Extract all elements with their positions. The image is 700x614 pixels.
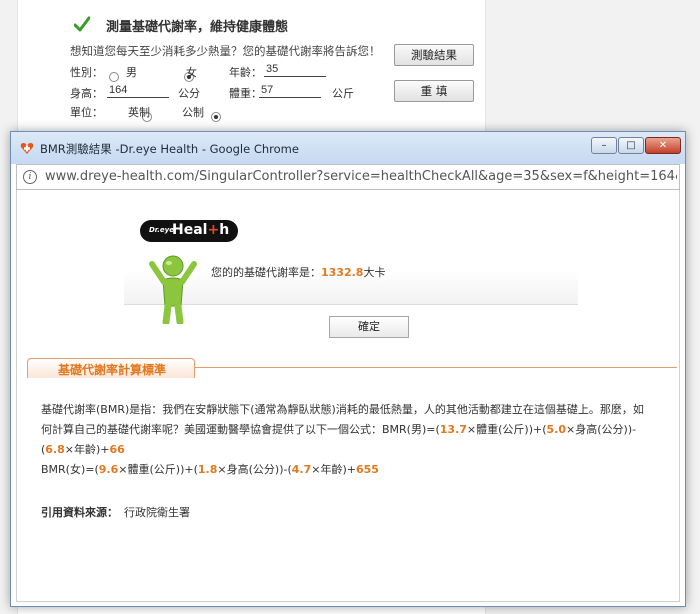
gender-female-label: 女	[186, 66, 197, 79]
female-formula-part: ×年齡)+	[311, 463, 356, 476]
female-height-coef: 1.8	[197, 463, 218, 476]
reset-button[interactable]: 重 填	[394, 80, 474, 102]
source-label: 引用資料來源：	[41, 506, 118, 519]
female-constant: 655	[355, 463, 379, 476]
gender-label: 性別：	[70, 66, 103, 79]
result-box: Dr.eye Heal+h 您的的基礎代謝率是：1332.8大卡	[124, 220, 578, 324]
age-input[interactable]	[264, 61, 326, 77]
radio-icon[interactable]	[211, 112, 222, 122]
window-titlebar[interactable]: BMR測驗結果 -Dr.eye Health - Google Chrome –…	[11, 132, 685, 164]
height-input[interactable]	[107, 82, 169, 98]
app-icon	[20, 143, 34, 154]
male-weight-coef: 13.7	[439, 423, 467, 436]
gender-male-label: 男	[126, 66, 137, 79]
male-age-coef: 6.8	[45, 443, 65, 456]
height-unit: 公分	[178, 87, 200, 100]
result-text: 您的的基礎代謝率是：1332.8大卡	[211, 264, 385, 280]
info-icon[interactable]: i	[23, 170, 37, 184]
logo-plus: +	[207, 222, 220, 238]
male-formula-part: ×年齡)+	[64, 443, 110, 456]
chrome-popup-window: BMR測驗結果 -Dr.eye Health - Google Chrome –…	[10, 131, 686, 607]
source-value: 行政院衛生署	[124, 506, 190, 519]
female-age-coef: 4.7	[291, 463, 312, 476]
height-label: 身高：	[70, 87, 103, 100]
female-formula-part: BMR(女)=(	[41, 463, 99, 476]
result-unit: 大卡	[363, 266, 386, 279]
weight-input[interactable]	[259, 82, 321, 98]
confirm-button[interactable]: 確定	[329, 316, 409, 338]
male-height-coef: 5.0	[546, 423, 567, 436]
mascot-icon	[149, 255, 197, 324]
page-content: Dr.eye Heal+h 您的的基礎代謝率是：1332.8大卡 確定 基礎代謝…	[16, 190, 680, 602]
standard-section-tab: 基礎代謝率計算標準	[27, 358, 195, 378]
source-row: 引用資料來源： 行政院衛生署	[41, 504, 190, 520]
test-result-button[interactable]: 測驗結果	[394, 44, 474, 66]
standard-description: 基礎代謝率(BMR)是指：我們在安靜狀態下(通常為靜臥狀態)消耗的最低熱量，人的…	[41, 400, 651, 480]
unit-metric-label: 公制	[182, 106, 204, 119]
logo-small-text: Dr.eye	[149, 226, 174, 234]
weight-label: 體重：	[229, 87, 262, 100]
close-button[interactable]: ✕	[645, 137, 681, 154]
drey-health-logo: Dr.eye Heal+h	[140, 220, 238, 242]
unit-label: 單位：	[70, 106, 103, 119]
logo-main: Heal	[172, 222, 208, 238]
form-title: 測量基礎代謝率，維持健康體態	[106, 20, 289, 35]
age-label: 年齡：	[229, 66, 262, 79]
check-icon	[74, 16, 90, 32]
unit-imperial-label: 英制	[128, 106, 150, 119]
minimize-button[interactable]: –	[591, 137, 617, 154]
male-formula-part: ×體重(公斤))+(	[466, 423, 547, 436]
form-subtitle: 想知道您每天至少消耗多少熱量？您的基礎代謝率將告訴您！	[70, 44, 381, 58]
radio-icon[interactable]	[109, 72, 119, 82]
url-text[interactable]: www.dreye-health.com/SingularController?…	[45, 169, 677, 184]
male-constant: 66	[109, 443, 125, 456]
female-weight-coef: 9.6	[98, 463, 119, 476]
female-formula-part: ×體重(公斤))+(	[118, 463, 198, 476]
address-bar[interactable]: i www.dreye-health.com/SingularControlle…	[16, 164, 680, 190]
result-prefix: 您的的基礎代謝率是：	[211, 266, 321, 279]
weight-unit: 公斤	[332, 87, 354, 100]
maximize-button[interactable]: □	[618, 137, 644, 154]
window-title: BMR測驗結果 -Dr.eye Health - Google Chrome	[40, 142, 299, 156]
result-value: 1332.8	[321, 266, 364, 279]
female-formula-part: ×身高(公分))-(	[217, 463, 292, 476]
standard-section-title: 基礎代謝率計算標準	[57, 363, 166, 377]
logo-end: h	[219, 222, 230, 238]
logo-main-text: Heal+h	[172, 222, 229, 238]
